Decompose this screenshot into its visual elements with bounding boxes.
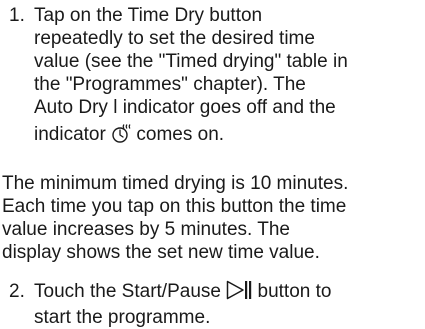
step-line: Tap on the Time Dry button	[34, 5, 263, 26]
step-line: the "Programmes" chapter). The	[34, 74, 306, 95]
note-paragraph: The minimum timed drying is 10 minutes. …	[2, 172, 425, 264]
step-line: repeatedly to set the desired time	[34, 28, 315, 49]
step-1: 1. Tap on the Time Dry button repeatedly…	[0, 4, 414, 149]
timed-dry-indicator-icon	[111, 123, 131, 149]
step-text: Touch the Start/Pause button to start th…	[34, 280, 414, 329]
step-line: Touch the Start/Pause button to	[34, 280, 414, 306]
step-line-text: indicator	[34, 124, 112, 145]
note-line: Each time you tap on this button the tim…	[2, 196, 347, 217]
step-number: 1.	[9, 5, 25, 26]
note-line: The minimum timed drying is 10 minutes.	[2, 173, 349, 194]
step-line: value (see the "Timed drying" table in	[34, 51, 348, 72]
step-line: indicator comes on.	[34, 123, 414, 149]
step-line-text: button to	[252, 281, 332, 302]
step-number: 2.	[9, 281, 25, 302]
step-line: Auto Dry l indicator goes off and the	[34, 97, 336, 118]
instruction-page: 1. Tap on the Time Dry button repeatedly…	[0, 0, 425, 329]
start-pause-icon	[226, 280, 252, 306]
note-line: value increases by 5 minutes. The	[2, 219, 290, 240]
step-line-text: comes on.	[131, 124, 225, 145]
step-line-text: Touch the Start/Pause	[34, 281, 227, 302]
step-2: 2. Touch the Start/Pause button to start…	[0, 280, 414, 329]
note-line: display shows the set new time value.	[2, 242, 320, 263]
step-text: Tap on the Time Dry button repeatedly to…	[34, 4, 414, 149]
